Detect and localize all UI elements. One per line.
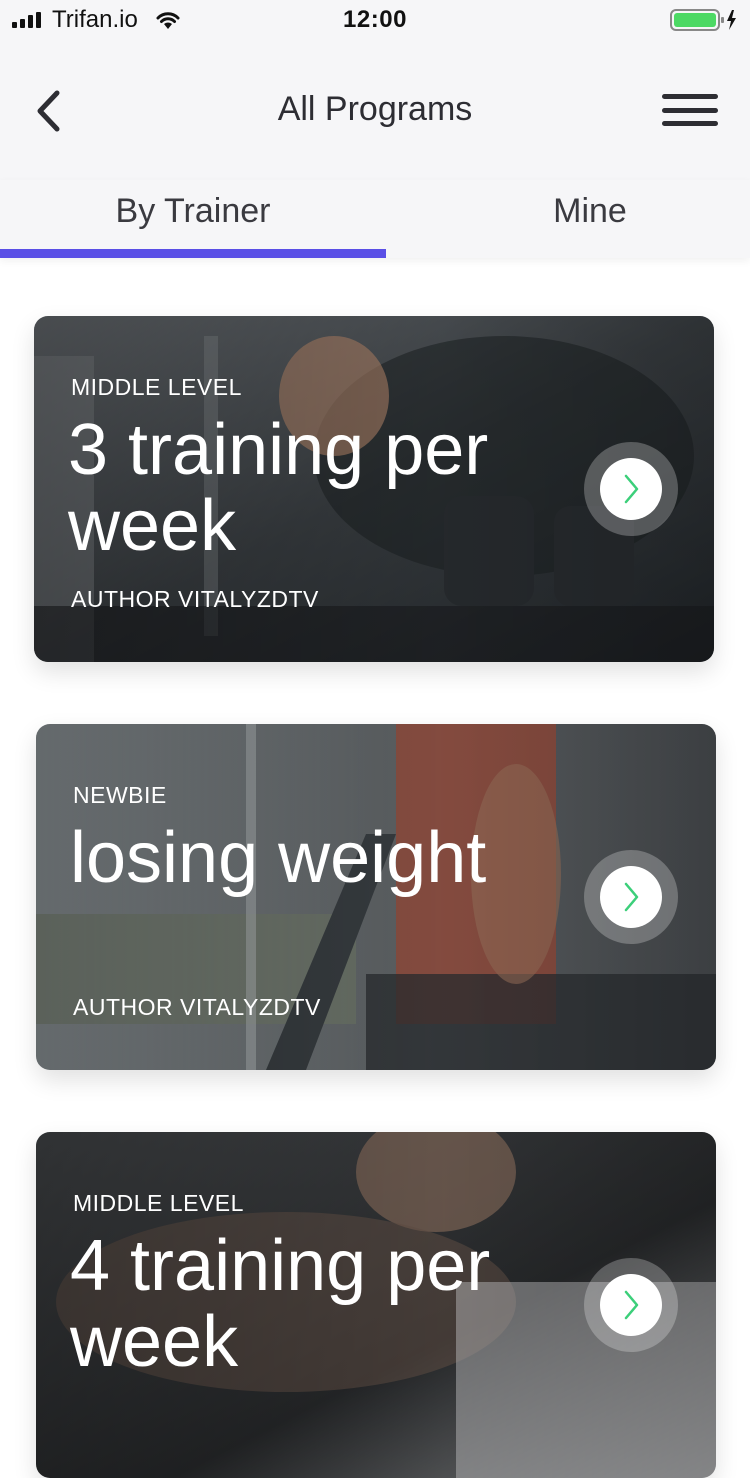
status-bar: Trifan.io 12:00 — [0, 0, 750, 44]
program-title: 3 training per week — [68, 410, 489, 566]
hamburger-menu-button[interactable] — [662, 90, 718, 130]
open-program-button[interactable] — [584, 850, 678, 944]
open-program-button-circle — [600, 866, 662, 928]
program-level: MIDDLE LEVEL — [71, 374, 242, 400]
program-card[interactable]: NEWBIE losing weight AUTHOR VITALYZDTV — [36, 724, 716, 1070]
program-title: losing weight — [70, 818, 487, 898]
tab-mine[interactable]: Mine — [392, 180, 750, 258]
program-tabs: By Trainer Mine — [0, 180, 750, 258]
open-program-button[interactable] — [584, 442, 678, 536]
program-card[interactable]: MIDDLE LEVEL 4 training per week — [36, 1132, 716, 1478]
chevron-right-icon — [624, 474, 639, 504]
chevron-right-icon — [624, 882, 639, 912]
status-time: 12:00 — [343, 6, 407, 33]
open-program-button-circle — [600, 458, 662, 520]
menu-line — [662, 107, 718, 113]
program-level: NEWBIE — [73, 782, 167, 808]
app-header: All Programs — [0, 44, 750, 180]
program-title: 4 training per week — [70, 1226, 491, 1382]
active-tab-indicator — [0, 249, 386, 258]
menu-line — [662, 94, 718, 99]
program-card[interactable]: MIDDLE LEVEL 3 training per week AUTHOR … — [34, 316, 714, 662]
page-title: All Programs — [277, 90, 473, 128]
open-program-button[interactable] — [584, 1258, 678, 1352]
menu-line — [662, 121, 718, 126]
program-author: AUTHOR VITALYZDTV — [73, 994, 321, 1020]
program-level: MIDDLE LEVEL — [73, 1190, 244, 1216]
chevron-right-icon — [624, 1290, 639, 1320]
tab-by-trainer[interactable]: By Trainer — [0, 180, 386, 258]
battery-charging-icon — [670, 9, 736, 31]
program-author: AUTHOR VITALYZDTV — [71, 586, 319, 612]
open-program-button-circle — [600, 1274, 662, 1336]
